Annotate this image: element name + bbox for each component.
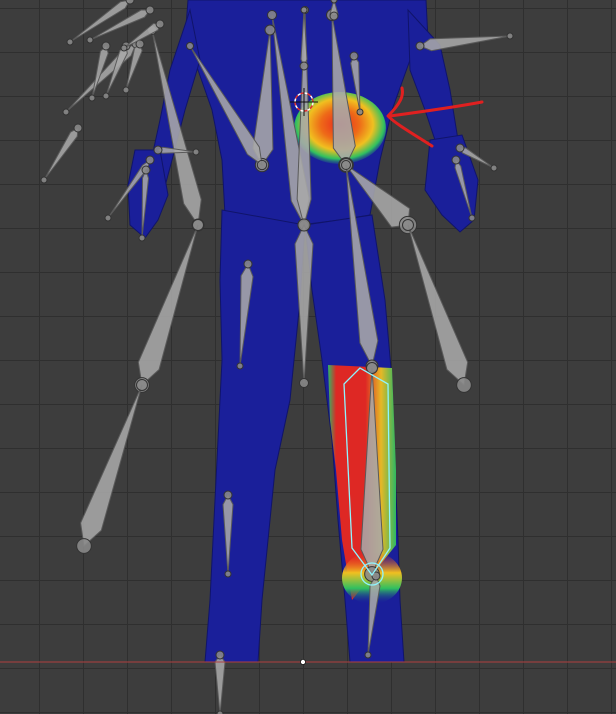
- mesh-leg-left: [204, 209, 306, 663]
- weight-paint-scene[interactable]: [0, 0, 616, 714]
- bone-shoulder-left-tail[interactable]: [186, 42, 194, 50]
- bone-thumb-left-joint[interactable]: [153, 145, 163, 155]
- bone-finger-l7-tail[interactable]: [40, 176, 48, 184]
- bone-head-top-joint[interactable]: [329, 11, 339, 21]
- bone-lower-leg-right-tail[interactable]: [366, 362, 378, 374]
- bone-finger-l3-tail[interactable]: [62, 108, 70, 116]
- bone-thumb-left-tail[interactable]: [192, 148, 200, 156]
- bone-thigh-left-tail[interactable]: [299, 378, 309, 388]
- bone-index-right-tail[interactable]: [468, 214, 476, 222]
- bone-index-right-joint[interactable]: [451, 155, 461, 165]
- bone-hand-left-tail[interactable]: [136, 379, 148, 391]
- bone-leg-helper-right[interactable]: [407, 224, 469, 386]
- bone-finger-l4-tail[interactable]: [88, 94, 96, 102]
- bone-head-joint[interactable]: [299, 61, 309, 71]
- origin-marker: [300, 659, 306, 665]
- bone-thigh-left-joint[interactable]: [297, 218, 311, 232]
- bone-leg-helper-right-tail[interactable]: [402, 219, 414, 231]
- bone-hand-left-joint[interactable]: [76, 538, 92, 554]
- mesh-arm-right: [407, 8, 459, 156]
- bone-index-left-tail[interactable]: [104, 214, 112, 222]
- bone-shoulder-left-joint[interactable]: [256, 159, 268, 171]
- bone-neck-tail[interactable]: [356, 108, 364, 116]
- bone-leg-helper-right-joint[interactable]: [456, 377, 472, 393]
- bone-head-tail[interactable]: [300, 6, 308, 14]
- bone-shin-left-joint[interactable]: [223, 490, 233, 500]
- bone-finger-l7[interactable]: [43, 127, 79, 181]
- bone-neck-joint[interactable]: [349, 51, 359, 61]
- bone-thumb-right-tail[interactable]: [490, 164, 498, 172]
- bone-thigh-twist-left-joint[interactable]: [243, 259, 253, 269]
- bone-finger-l8-tail[interactable]: [120, 44, 128, 52]
- bone-upperarm-right-tail[interactable]: [506, 32, 514, 40]
- bone-spine-left-tail[interactable]: [267, 10, 277, 20]
- bone-hand-left[interactable]: [80, 384, 143, 547]
- bone-shin-left-tail[interactable]: [224, 570, 232, 578]
- bone-finger-l8-joint[interactable]: [155, 19, 165, 29]
- bone-finger-l2-joint[interactable]: [145, 5, 155, 15]
- bone-finger-l1-joint[interactable]: [125, 0, 135, 5]
- bone-finger-l6-tail[interactable]: [122, 86, 130, 94]
- bone-forearm-left-tail[interactable]: [192, 219, 204, 231]
- bone-thumb-right-joint[interactable]: [455, 143, 465, 153]
- bone-finger-l7-joint[interactable]: [73, 123, 83, 133]
- bone-clavicle-left-tail[interactable]: [264, 24, 276, 36]
- bone-head-top-tail[interactable]: [330, 0, 338, 4]
- bone-upperarm-right-joint[interactable]: [415, 41, 425, 51]
- bone-thigh-right-tail[interactable]: [341, 160, 351, 170]
- bone-finger-l1-tail[interactable]: [66, 38, 74, 46]
- bone-finger-l2-tail[interactable]: [86, 36, 94, 44]
- bone-thigh-twist-left-tail[interactable]: [236, 362, 244, 370]
- bone-forearm-left[interactable]: [137, 224, 199, 386]
- bone-middle-left-joint[interactable]: [141, 165, 151, 175]
- bone-middle-left-tail[interactable]: [138, 234, 146, 242]
- bone-foot-left-joint[interactable]: [215, 650, 225, 660]
- bone-foot-right-tail[interactable]: [364, 651, 372, 659]
- bone-finger-l4-joint[interactable]: [101, 41, 111, 51]
- 3d-viewport[interactable]: [0, 0, 616, 714]
- bone-finger-l5-tail[interactable]: [102, 92, 110, 100]
- bone-index-left-joint[interactable]: [145, 155, 155, 165]
- bone-foot-left[interactable]: [214, 654, 226, 714]
